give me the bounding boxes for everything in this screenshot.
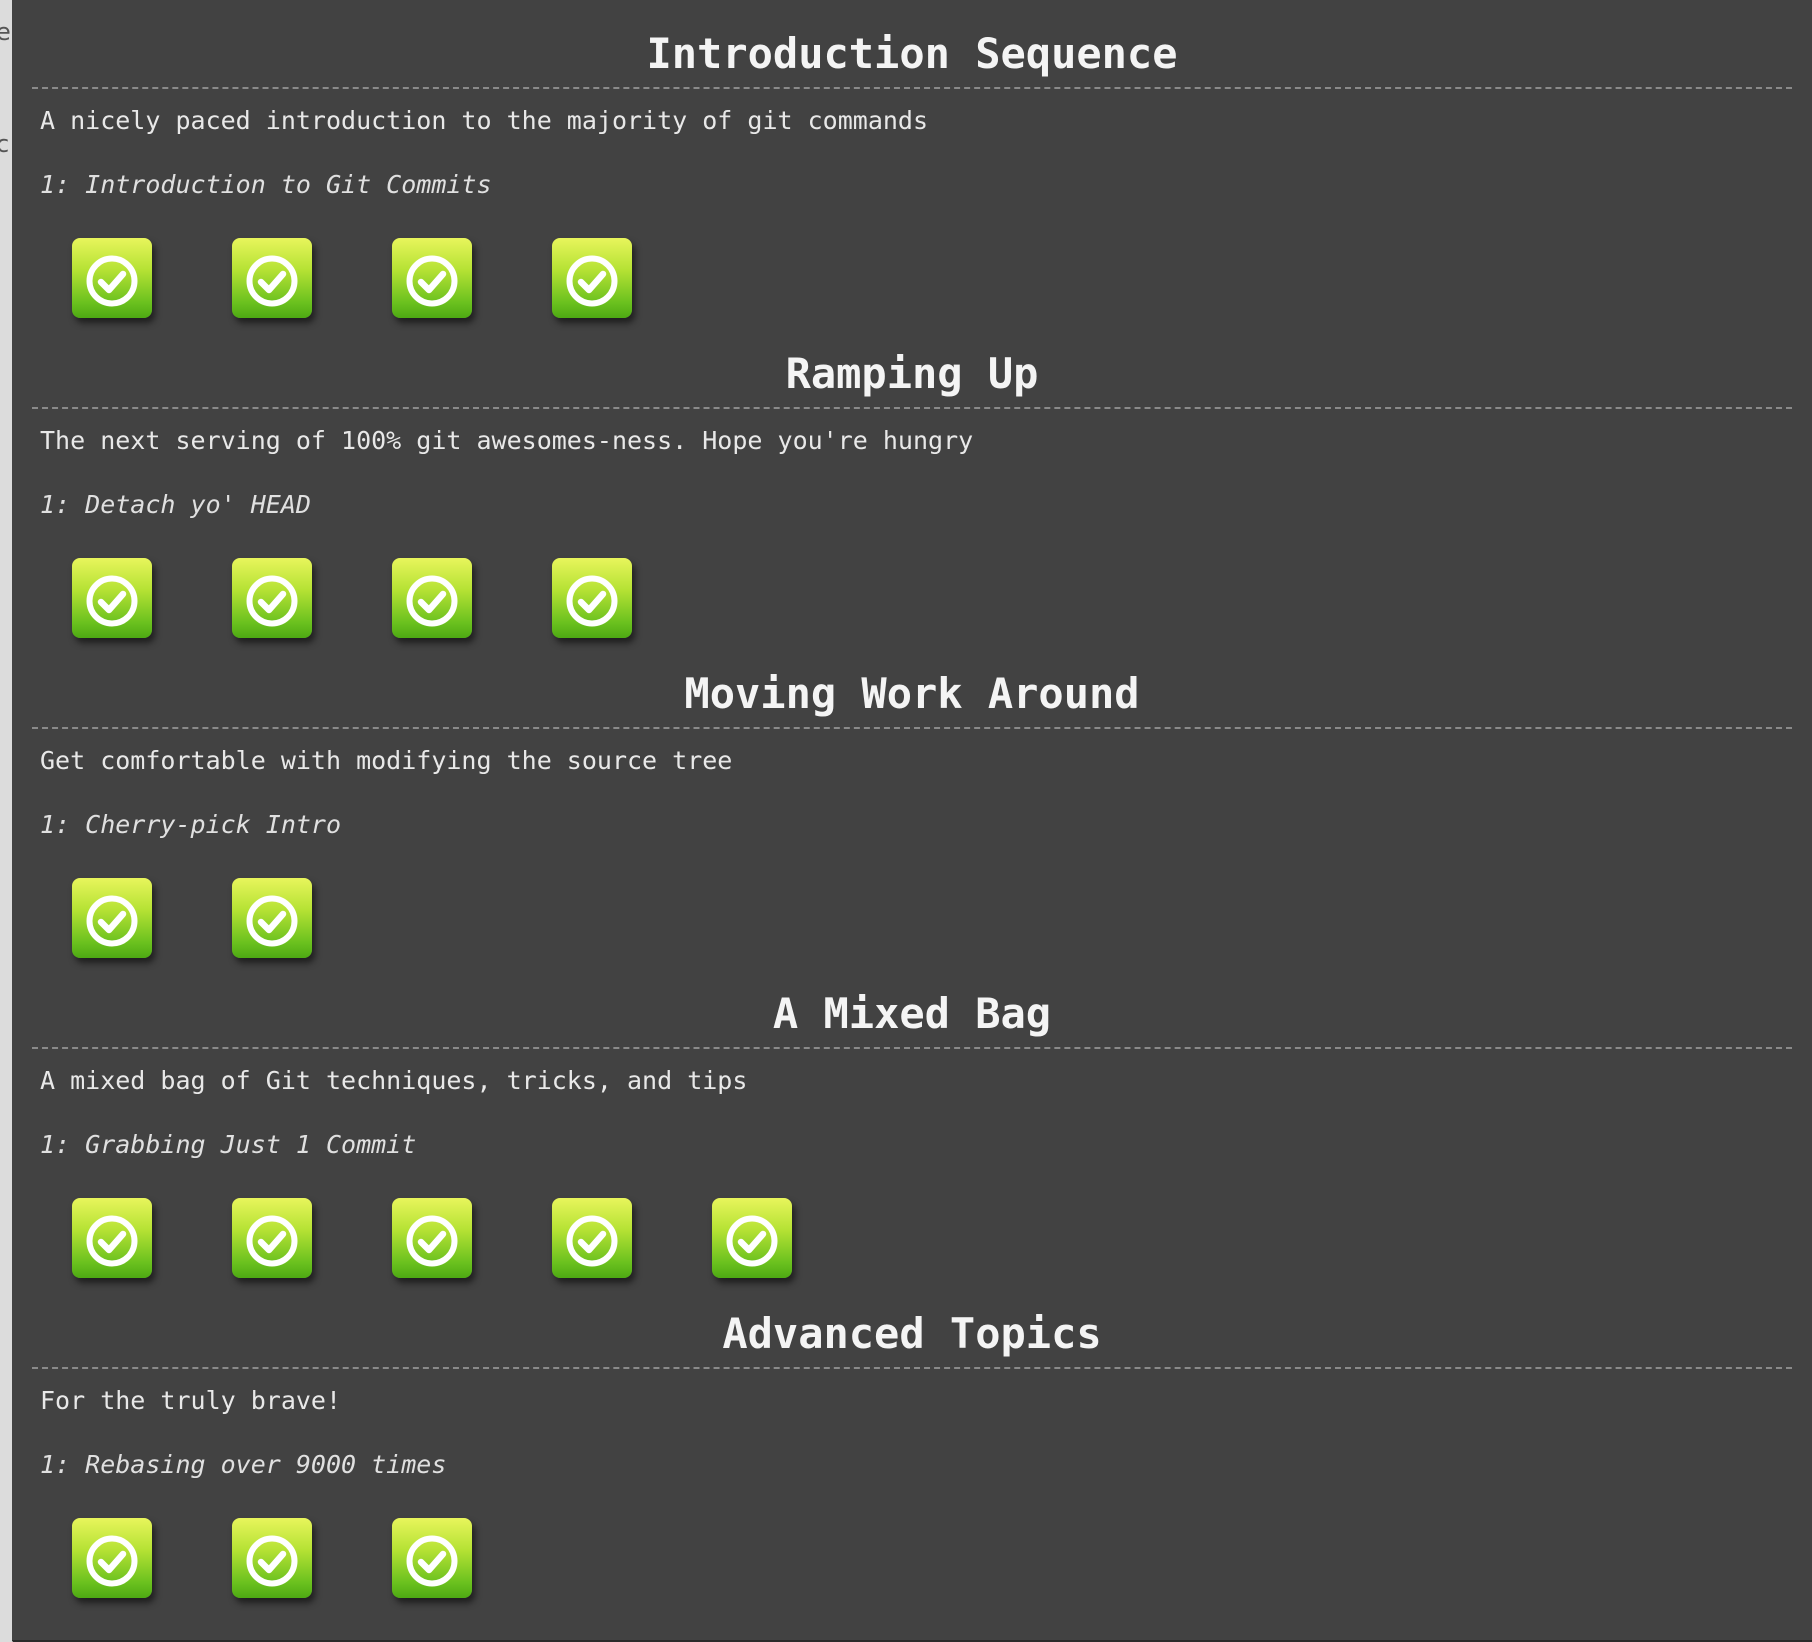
sequence-description: A nicely paced introduction to the major… [40,106,929,135]
check-circle-icon [246,895,298,947]
level-1-button[interactable] [72,1518,152,1598]
sequence-divider [32,727,1792,729]
check-circle-icon [726,1215,778,1267]
level-4-button[interactable] [552,558,632,638]
sequence-divider [32,1047,1792,1049]
check-circle-icon [406,575,458,627]
sequence-title: Ramping Up [785,349,1039,398]
sequence-description: A mixed bag of Git techniques, tricks, a… [40,1066,748,1095]
check-circle-icon [86,1535,138,1587]
check-circle-icon [406,255,458,307]
check-circle-icon [86,895,138,947]
sequence-divider [32,1367,1792,1369]
level-2-button[interactable] [232,878,312,958]
check-circle-icon [246,575,298,627]
level-2-button[interactable] [232,558,312,638]
sequence-title: Advanced Topics [722,1309,1102,1358]
sequence-description: Get comfortable with modifying the sourc… [40,746,733,775]
level-3-button[interactable] [392,558,472,638]
level-2-button[interactable] [232,1518,312,1598]
level-1-button[interactable] [72,1198,152,1278]
check-circle-icon [406,1535,458,1587]
sequence-description: For the truly brave! [40,1386,342,1415]
level-1-button[interactable] [72,878,152,958]
check-circle-icon [406,1215,458,1267]
check-circle-icon [566,575,618,627]
level-2-button[interactable] [232,238,312,318]
sequence-description: The next serving of 100% git awesomes-ne… [40,426,974,455]
level-5-button[interactable] [712,1198,792,1278]
sequence-title: Moving Work Around [684,669,1140,718]
sequence-divider [32,407,1792,409]
check-circle-icon [246,1535,298,1587]
hovered-level-name: 1: Grabbing Just 1 Commit [40,1130,417,1159]
level-2-button[interactable] [232,1198,312,1278]
sequence-title: Introduction Sequence [646,29,1178,78]
hovered-level-name: 1: Cherry-pick Intro [40,810,342,839]
level-1-button[interactable] [72,558,152,638]
check-circle-icon [86,1215,138,1267]
sequence-divider [32,87,1792,89]
hovered-level-name: 1: Rebasing over 9000 times [40,1450,447,1479]
check-circle-icon [86,255,138,307]
level-3-button[interactable] [392,1518,472,1598]
level-3-button[interactable] [392,238,472,318]
check-circle-icon [246,1215,298,1267]
hovered-level-name: 1: Detach yo' HEAD [40,490,311,519]
hovered-level-name: 1: Introduction to Git Commits [40,170,492,199]
check-circle-icon [86,575,138,627]
levels-dialog: Introduction Sequence A nicely paced int… [12,0,1812,1641]
level-1-button[interactable] [72,238,152,318]
level-4-button[interactable] [552,1198,632,1278]
level-4-button[interactable] [552,238,632,318]
sequence-title: A Mixed Bag [772,989,1052,1038]
check-circle-icon [246,255,298,307]
level-3-button[interactable] [392,1198,472,1278]
edge-text-fragment: c [0,130,10,158]
edge-text-fragment: e [0,18,11,46]
check-circle-icon [566,255,618,307]
check-circle-icon [566,1215,618,1267]
